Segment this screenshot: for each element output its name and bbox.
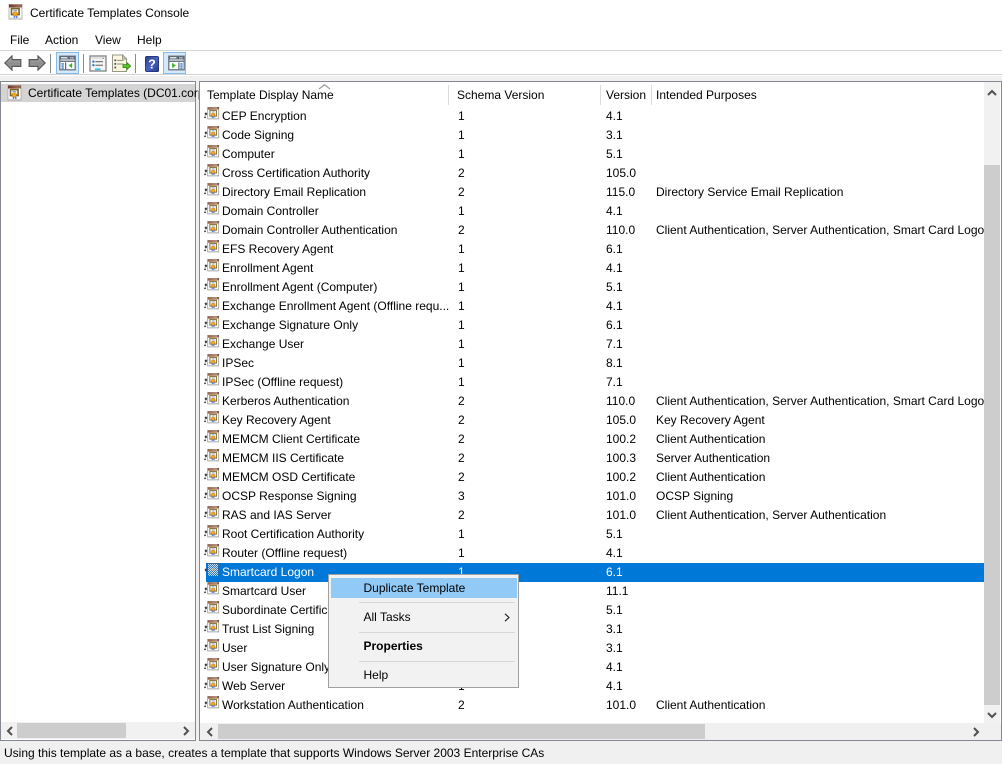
svg-text:?: ? (148, 58, 156, 72)
